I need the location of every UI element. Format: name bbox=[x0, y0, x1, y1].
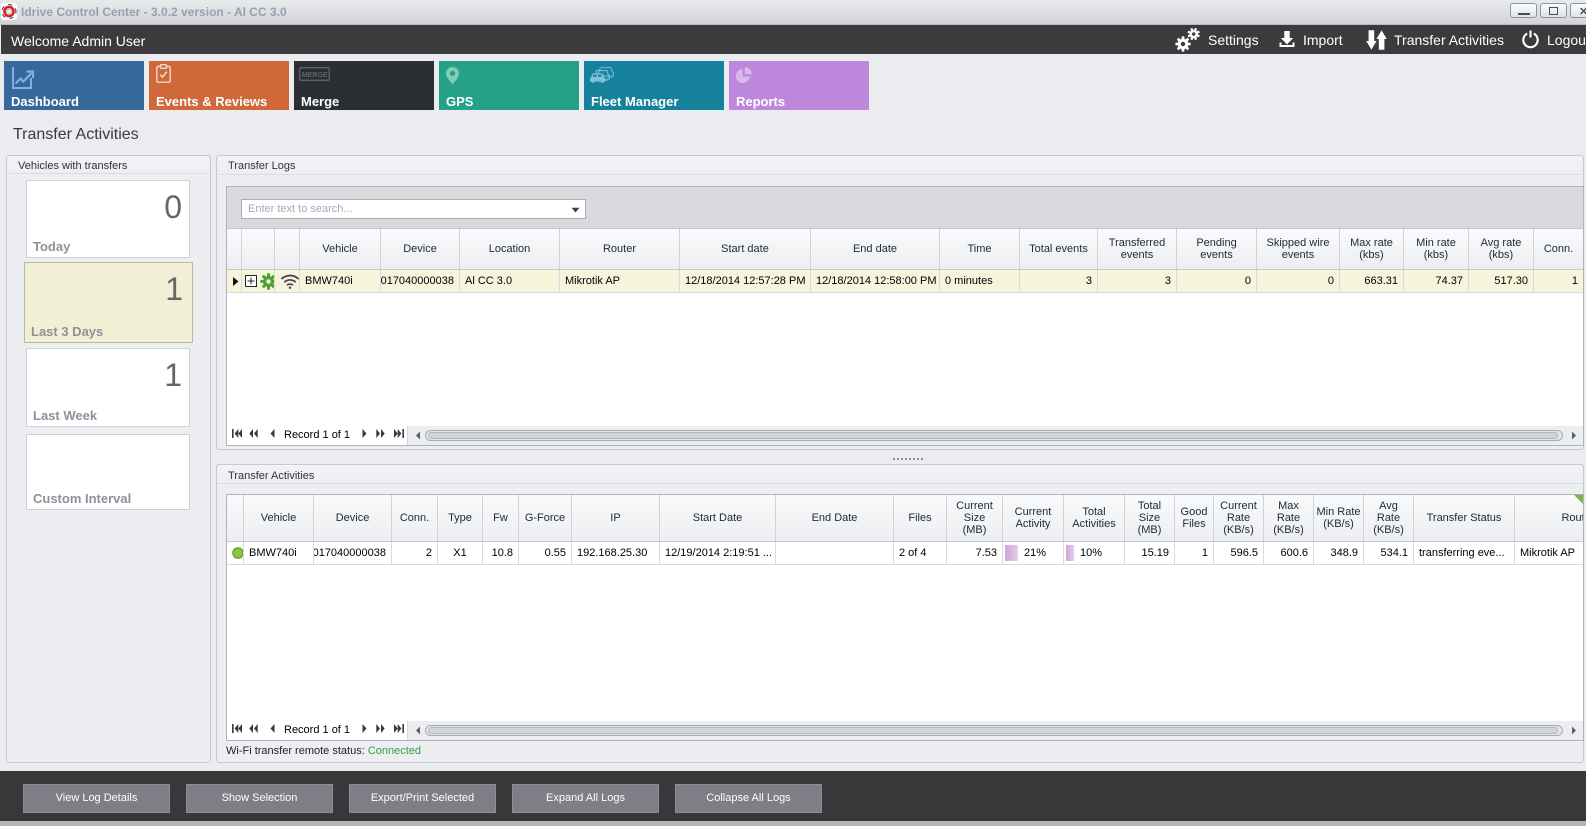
svg-text:MERGE: MERGE bbox=[302, 72, 328, 79]
